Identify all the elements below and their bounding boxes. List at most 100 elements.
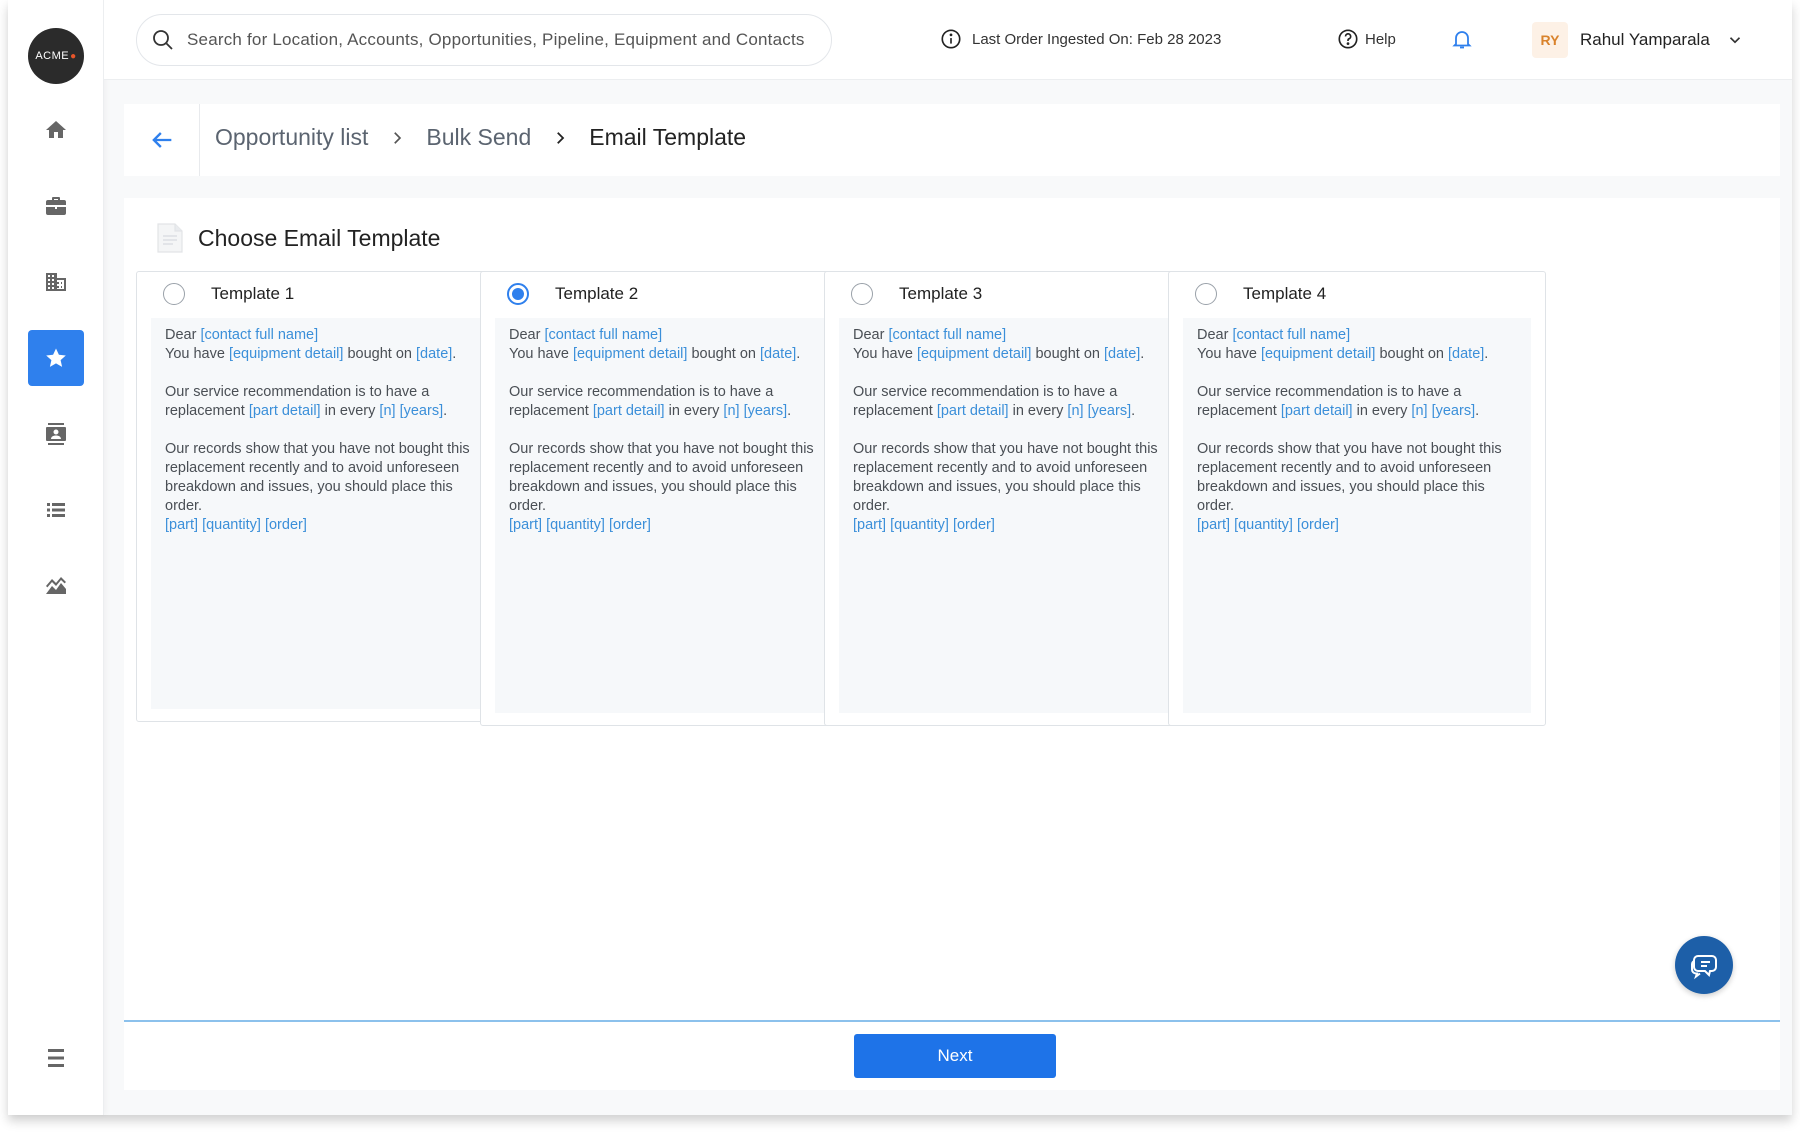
template-radio[interactable] bbox=[851, 283, 873, 305]
text-records: Our records show that you have not bough… bbox=[1197, 441, 1502, 514]
bell-icon bbox=[1452, 31, 1472, 49]
records-paragraph: Our records show that you have not bough… bbox=[853, 440, 1173, 535]
template-radio[interactable] bbox=[1195, 283, 1217, 305]
text-in-every: in every bbox=[1352, 403, 1412, 419]
app-frame: ACME ● Search for Location, Accounts, Op… bbox=[8, 0, 1792, 1115]
template-preview: Dear [contact full name] You have [equipm… bbox=[151, 318, 499, 709]
avatar: RY bbox=[1532, 22, 1568, 58]
placeholder-equipment-detail: [equipment detail] bbox=[228, 346, 344, 362]
breadcrumb-bar: Opportunity list Bulk Send Email Templat… bbox=[124, 104, 1780, 176]
template-card-2[interactable]: Template 2 Dear [contact full name] You ha… bbox=[480, 271, 858, 726]
placeholder-equipment-detail: [equipment detail] bbox=[1260, 346, 1376, 362]
placeholder-part-detail: [part detail] bbox=[248, 403, 321, 419]
placeholder-order: [order] bbox=[264, 517, 307, 533]
chevron-right-icon bbox=[551, 129, 569, 147]
template-preview: Dear [contact full name] You have [equipm… bbox=[1183, 318, 1531, 713]
chat-button[interactable] bbox=[1675, 936, 1733, 994]
template-card-3[interactable]: Template 3 Dear [contact full name] You ha… bbox=[824, 271, 1202, 726]
logo-text: ACME bbox=[35, 50, 70, 62]
text-in-every: in every bbox=[1008, 403, 1068, 419]
panel-title: Choose Email Template bbox=[154, 220, 440, 256]
sidebar-item-contacts[interactable] bbox=[28, 406, 84, 462]
sidebar-item-home[interactable] bbox=[28, 102, 84, 158]
text-records: Our records show that you have not bough… bbox=[165, 441, 470, 514]
template-preview: Dear [contact full name] You have [equipm… bbox=[839, 318, 1187, 713]
greeting-paragraph: Dear [contact full name] You have [equipm… bbox=[1197, 326, 1517, 364]
text-bought-on: bought on bbox=[343, 346, 417, 362]
text-dear: Dear bbox=[853, 327, 889, 343]
template-label: Template 2 bbox=[555, 284, 639, 303]
placeholder-date: [date] bbox=[1448, 346, 1485, 362]
placeholder-contact-full-name: [contact full name] bbox=[200, 327, 319, 343]
template-label: Template 4 bbox=[1243, 284, 1327, 303]
template-card-header: Template 4 bbox=[1195, 282, 1326, 306]
greeting-paragraph: Dear [contact full name] You have [equipm… bbox=[165, 326, 485, 364]
greeting-paragraph: Dear [contact full name] You have [equipm… bbox=[853, 326, 1173, 364]
chevron-right-icon bbox=[388, 129, 406, 147]
text-you-have: You have bbox=[1197, 346, 1261, 362]
template-card-1[interactable]: Template 1 Dear [contact full name] You ha… bbox=[136, 271, 514, 722]
placeholder-contact-full-name: [contact full name] bbox=[544, 327, 663, 343]
greeting-paragraph: Dear [contact full name] You have [equipm… bbox=[509, 326, 829, 364]
placeholder-quantity: [quantity] bbox=[890, 517, 949, 533]
placeholder-quantity: [quantity] bbox=[1234, 517, 1293, 533]
sidebar-item-insights[interactable] bbox=[28, 558, 84, 614]
template-card-4[interactable]: Template 4 Dear [contact full name] You ha… bbox=[1168, 271, 1546, 726]
placeholder-years: [years] bbox=[1087, 403, 1132, 419]
template-card-header: Template 1 bbox=[163, 282, 294, 306]
arrow-left-icon bbox=[151, 132, 171, 148]
contact-card-icon bbox=[46, 423, 66, 445]
placeholder-equipment-detail: [equipment detail] bbox=[572, 346, 688, 362]
last-order-text: Last Order Ingested On: Feb 28 2023 bbox=[972, 30, 1222, 48]
sidebar-menu-toggle[interactable] bbox=[28, 1030, 84, 1086]
sidebar-item-list[interactable] bbox=[28, 482, 84, 538]
acme-logo[interactable]: ACME ● bbox=[28, 28, 84, 84]
placeholder-quantity: [quantity] bbox=[202, 517, 261, 533]
recommendation-paragraph: Our service recommendation is to have a … bbox=[1197, 383, 1517, 421]
placeholder-part-detail: [part detail] bbox=[592, 403, 665, 419]
placeholder-part: [part] bbox=[165, 517, 199, 533]
sidebar-item-accounts[interactable] bbox=[28, 178, 84, 234]
placeholder-order: [order] bbox=[608, 517, 651, 533]
breadcrumb-opportunity-list[interactable]: Opportunity list bbox=[215, 124, 368, 151]
breadcrumb-bulk-send[interactable]: Bulk Send bbox=[426, 124, 531, 151]
logo-dot: ● bbox=[70, 50, 77, 62]
text-dear: Dear bbox=[1197, 327, 1233, 343]
global-search-input[interactable]: Search for Location, Accounts, Opportuni… bbox=[136, 14, 832, 66]
placeholder-date: [date] bbox=[760, 346, 797, 362]
text-bought-on: bought on bbox=[1031, 346, 1105, 362]
help-label: Help bbox=[1365, 30, 1396, 48]
template-card-header: Template 3 bbox=[851, 282, 982, 306]
building-icon bbox=[46, 273, 66, 291]
placeholder-n: [n] bbox=[1411, 403, 1428, 419]
text-period: . bbox=[1140, 346, 1145, 362]
text-period: . bbox=[1484, 346, 1489, 362]
placeholder-date: [date] bbox=[1104, 346, 1141, 362]
text-in-every: in every bbox=[664, 403, 724, 419]
template-radio[interactable] bbox=[163, 283, 185, 305]
placeholder-part: [part] bbox=[1197, 517, 1231, 533]
search-placeholder: Search for Location, Accounts, Opportuni… bbox=[187, 30, 805, 49]
star-icon bbox=[46, 348, 66, 367]
template-radio[interactable] bbox=[507, 283, 529, 305]
hamburger-menu-icon bbox=[48, 1049, 64, 1067]
user-menu[interactable]: RY Rahul Yamparala bbox=[1532, 18, 1762, 62]
topbar: Search for Location, Accounts, Opportuni… bbox=[104, 0, 1792, 80]
text-period: . bbox=[1475, 403, 1480, 419]
chevron-down-icon bbox=[1729, 37, 1740, 44]
template-panel: Choose Email Template Template 1 Dear [co… bbox=[124, 198, 1780, 1090]
sidebar-item-opportunities[interactable] bbox=[28, 330, 84, 386]
help-link[interactable]: Help bbox=[1337, 28, 1396, 50]
back-button[interactable] bbox=[124, 104, 200, 176]
sidebar-item-locations[interactable] bbox=[28, 254, 84, 310]
recommendation-paragraph: Our service recommendation is to have a … bbox=[165, 383, 485, 421]
text-period: . bbox=[443, 403, 448, 419]
breadcrumb: Opportunity list Bulk Send Email Templat… bbox=[215, 124, 746, 151]
records-paragraph: Our records show that you have not bough… bbox=[165, 440, 485, 535]
last-order-info: Last Order Ingested On: Feb 28 2023 bbox=[940, 28, 1221, 50]
next-button[interactable]: Next bbox=[854, 1034, 1056, 1078]
notifications-button[interactable] bbox=[1450, 27, 1474, 56]
chat-bubble-icon bbox=[1690, 955, 1717, 980]
placeholder-part-detail: [part detail] bbox=[936, 403, 1009, 419]
placeholder-n: [n] bbox=[723, 403, 740, 419]
